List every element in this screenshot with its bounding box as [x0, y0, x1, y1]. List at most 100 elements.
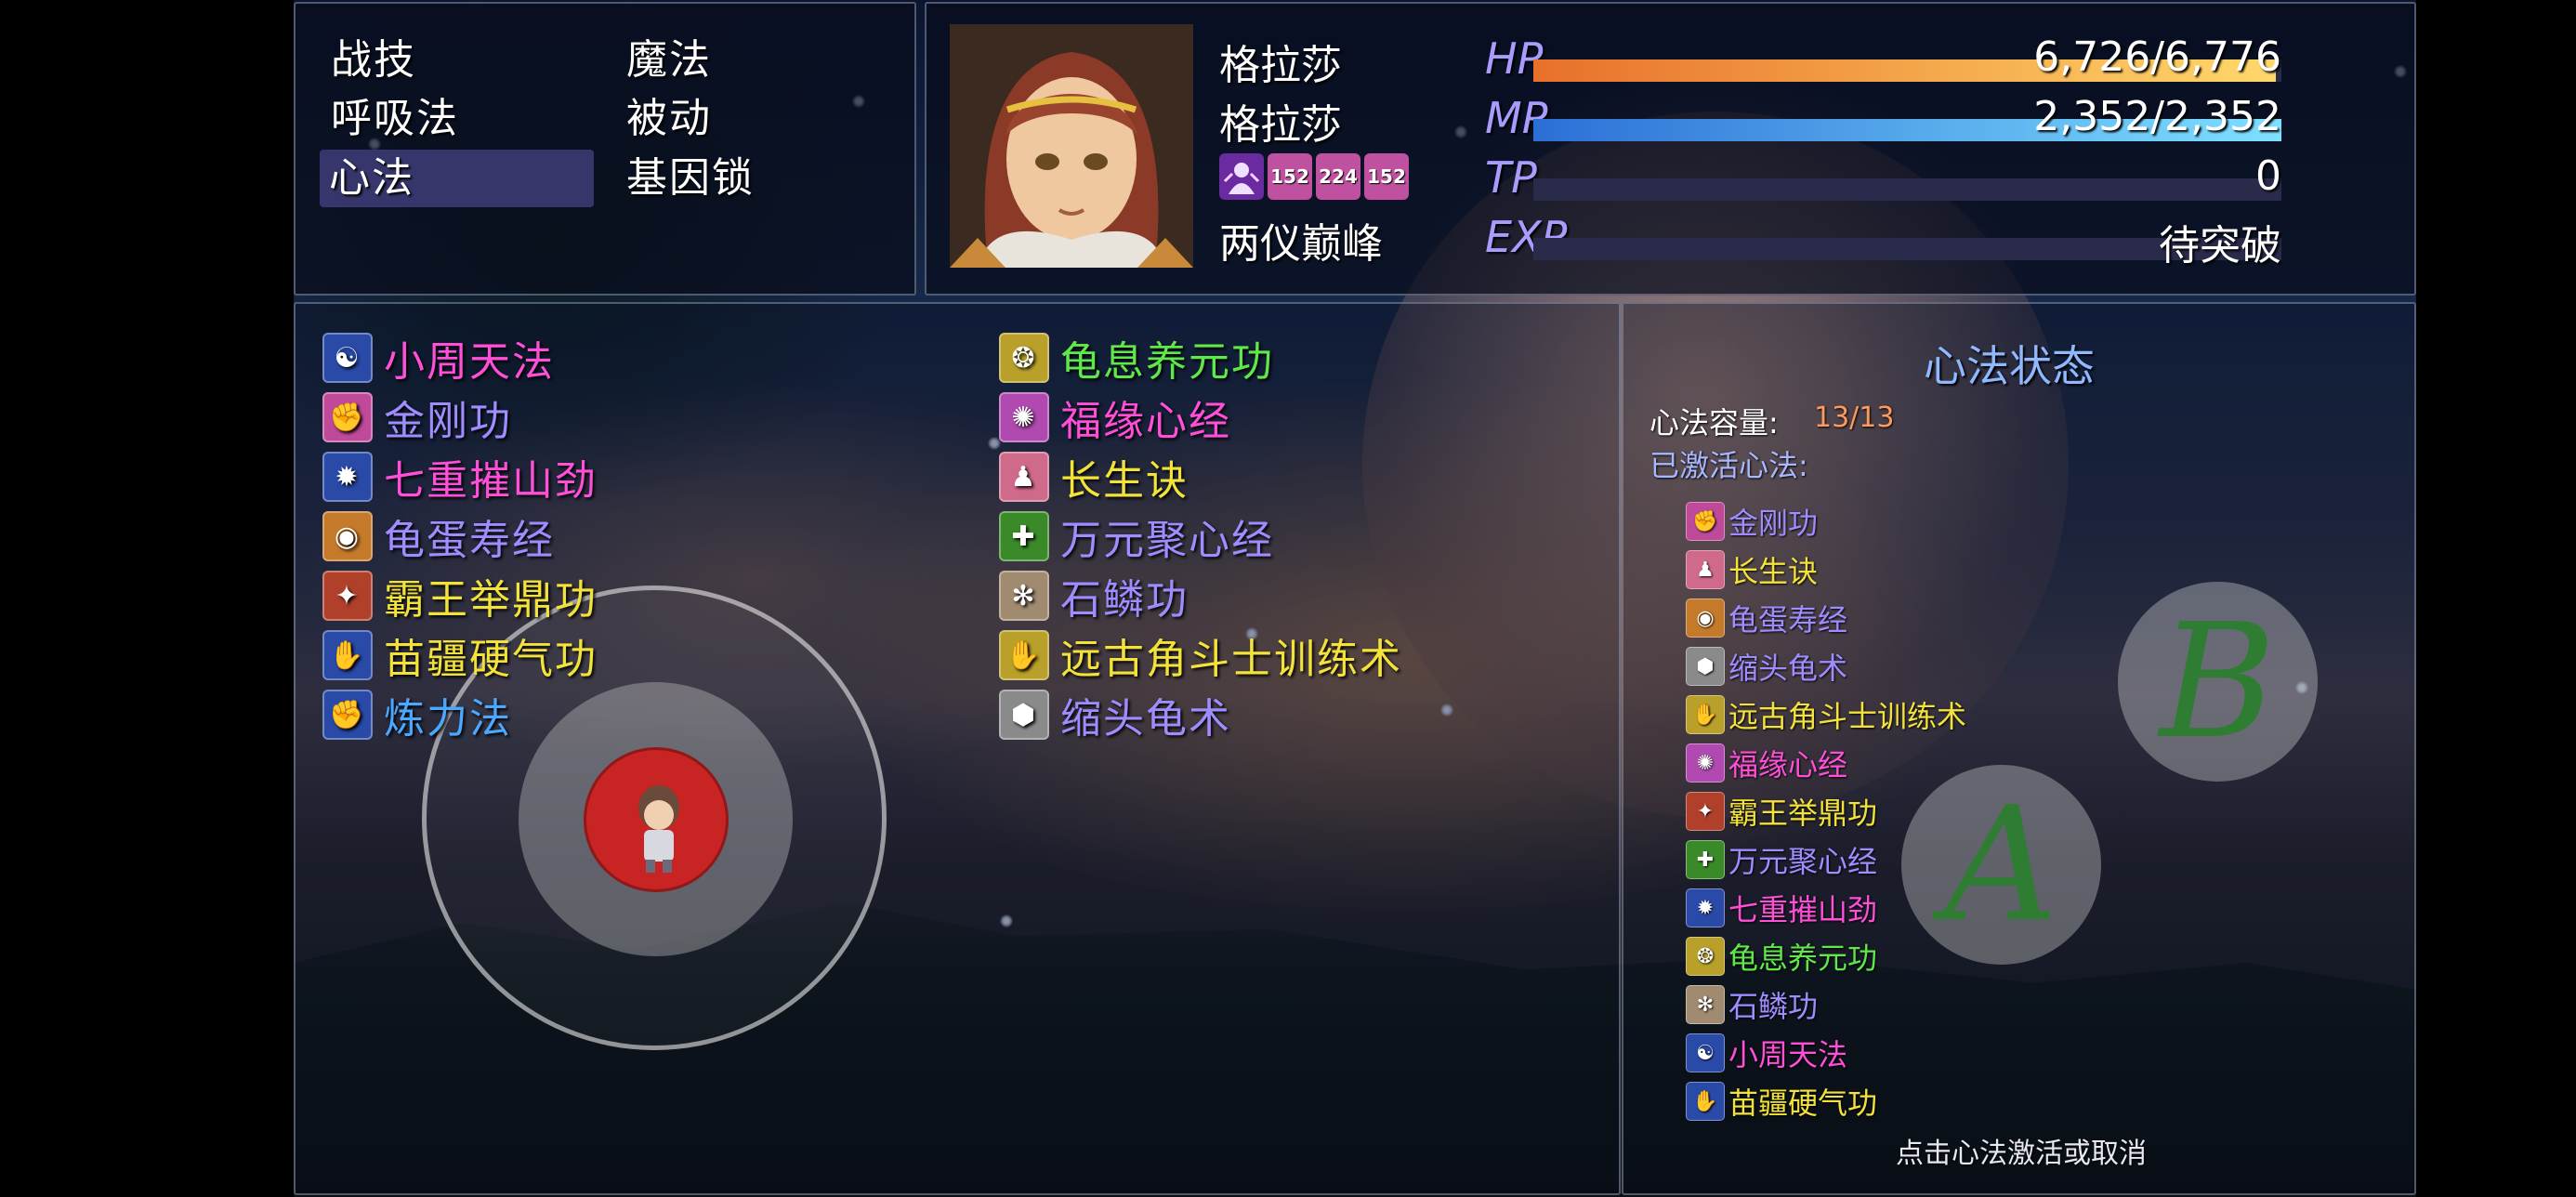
skill-item[interactable]: ✹ 七重摧山劲	[322, 451, 598, 505]
triple-orb-icon: ❂	[999, 333, 1049, 383]
egg-icon: ◉	[322, 511, 373, 561]
active-mind-method-name: 小周天法	[1728, 1037, 1848, 1072]
actor-realm-title: 两仪巅峰	[1219, 220, 1383, 268]
skill-item[interactable]: ✋ 远古角斗士训练术	[999, 629, 1402, 683]
active-mind-method-item: ♟ 长生诀	[1686, 549, 1818, 590]
actor-nickname: 格拉莎	[1219, 101, 1342, 149]
muscle-icon: ✊	[1686, 502, 1725, 541]
active-mind-method-name: 长生诀	[1728, 554, 1819, 589]
skill-name: 石鳞功	[1060, 576, 1189, 624]
gear-charm-icon: ✺	[999, 392, 1049, 442]
right-letterbox	[2416, 0, 2576, 1197]
skill-item[interactable]: ✻ 石鳞功	[999, 570, 1189, 624]
active-mind-method-item: ✊ 金刚功	[1686, 501, 1818, 542]
active-mind-method-name: 万元聚心经	[1728, 844, 1878, 879]
tp-value: 0	[2255, 152, 2281, 200]
pink-buff-icon: 152	[1364, 153, 1409, 200]
active-mind-method-item: ✻ 石鳞功	[1686, 984, 1818, 1025]
burst-icon: ✹	[322, 452, 373, 502]
skill-name: 苗疆硬气功	[384, 636, 598, 683]
skill-name: 炼力法	[384, 695, 512, 743]
purple-aura-icon	[1219, 153, 1264, 200]
meditation-icon: ☯	[322, 333, 373, 383]
active-mind-method-item: ✋ 远古角斗士训练术	[1686, 694, 1966, 735]
active-mind-method-name: 福缘心经	[1728, 747, 1848, 783]
skill-item[interactable]: ✚ 万元聚心经	[999, 510, 1274, 564]
capacity-label: 心法容量:	[1649, 405, 1779, 441]
active-mind-method-item: ✦ 霸王举鼎功	[1686, 791, 1877, 832]
shell-icon: ⬢	[1686, 647, 1725, 686]
skill-item[interactable]: ✦ 霸王举鼎功	[322, 570, 598, 624]
active-mind-method-item: ✚ 万元聚心经	[1686, 839, 1877, 880]
skill-name: 金刚功	[384, 398, 512, 445]
mp-value: 2,352/2,352	[2033, 93, 2281, 140]
button-a[interactable]: A	[1901, 765, 2101, 965]
skill-name: 福缘心经	[1060, 398, 1231, 445]
active-mind-method-name: 龟息养元功	[1728, 940, 1878, 976]
skill-name: 万元聚心经	[1060, 517, 1274, 564]
category-mind-method[interactable]: 心法	[320, 150, 594, 207]
state-icons: 152 224 152	[1219, 153, 1409, 200]
category-breathing[interactable]: 呼吸法	[322, 90, 591, 148]
pink-buff-icon: 152	[1268, 153, 1312, 200]
player-sprite-icon	[638, 785, 679, 873]
gauntlet-icon: ✋	[1686, 695, 1725, 734]
skill-item[interactable]: ❂ 龟息养元功	[999, 332, 1274, 386]
skill-item[interactable]: ✋ 苗疆硬气功	[322, 629, 598, 683]
skill-item[interactable]: ♟ 长生诀	[999, 451, 1189, 505]
tp-label: TP	[1485, 152, 1537, 203]
active-mind-method-name: 远古角斗士训练术	[1728, 699, 1967, 734]
fist-icon: ✊	[322, 690, 373, 740]
skill-item[interactable]: ✊ 金刚功	[322, 391, 512, 445]
skill-name: 小周天法	[384, 338, 555, 386]
meditation-icon: ☯	[1686, 1033, 1725, 1072]
skill-item[interactable]: ✊ 炼力法	[322, 689, 512, 743]
active-mind-method-name: 金刚功	[1728, 506, 1819, 541]
palm-icon: ✋	[1686, 1082, 1725, 1121]
skill-item[interactable]: ⬢ 缩头龟术	[999, 689, 1231, 743]
active-mind-method-item: ☯ 小周天法	[1686, 1033, 1847, 1073]
body-icon: ♟	[1686, 550, 1725, 589]
active-mind-method-name: 龟蛋寿经	[1728, 602, 1848, 638]
active-list-label: 已激活心法:	[1649, 448, 1808, 483]
category-gene-lock[interactable]: 基因锁	[617, 150, 887, 207]
skill-name: 霸王举鼎功	[384, 576, 598, 624]
state-panel-title: 心法状态	[1924, 341, 2095, 391]
skill-item[interactable]: ◉ 龟蛋寿经	[322, 510, 555, 564]
active-mind-method-item: ◉ 龟蛋寿经	[1686, 598, 1847, 638]
actor-name: 格拉莎	[1219, 42, 1342, 89]
body-icon: ♟	[999, 452, 1049, 502]
active-mind-method-item: ✋ 苗疆硬气功	[1686, 1081, 1877, 1122]
skill-name: 缩头龟术	[1060, 695, 1231, 743]
burst-icon: ✹	[1686, 888, 1725, 927]
left-letterbox	[0, 0, 294, 1197]
palm-icon: ✋	[322, 630, 373, 680]
active-mind-method-item: ✺ 福缘心经	[1686, 743, 1847, 783]
virtual-joystick-knob[interactable]	[584, 747, 729, 892]
exp-value: 待突破	[2159, 222, 2281, 270]
scale-icon: ✻	[1686, 985, 1725, 1024]
actor-portrait	[950, 24, 1193, 268]
category-combat-skills[interactable]: 战技	[322, 32, 591, 89]
active-mind-method-name: 石鳞功	[1728, 989, 1819, 1024]
skill-name: 长生诀	[1060, 457, 1189, 505]
skill-name: 龟蛋寿经	[384, 517, 555, 564]
muscle-icon: ✊	[322, 392, 373, 442]
cross-icon: ✚	[999, 511, 1049, 561]
active-mind-method-item: ⬢ 缩头龟术	[1686, 646, 1847, 687]
category-magic[interactable]: 魔法	[617, 32, 887, 89]
pink-buff-icon: 224	[1316, 153, 1360, 200]
shell-icon: ⬢	[999, 690, 1049, 740]
skill-name: 远古角斗士训练术	[1060, 636, 1402, 683]
active-mind-method-name: 缩头龟术	[1728, 651, 1848, 686]
button-b[interactable]: B	[2118, 582, 2318, 782]
skill-item[interactable]: ✺ 福缘心经	[999, 391, 1231, 445]
skill-name: 龟息养元功	[1060, 338, 1274, 386]
active-mind-method-name: 霸王举鼎功	[1728, 796, 1878, 831]
egg-icon: ◉	[1686, 598, 1725, 638]
skill-name: 七重摧山劲	[384, 457, 598, 505]
skill-item[interactable]: ☯ 小周天法	[322, 332, 555, 386]
capacity-value: 13/13	[1814, 401, 1895, 434]
active-mind-method-name: 苗疆硬气功	[1728, 1085, 1878, 1121]
category-passive[interactable]: 被动	[617, 90, 887, 148]
